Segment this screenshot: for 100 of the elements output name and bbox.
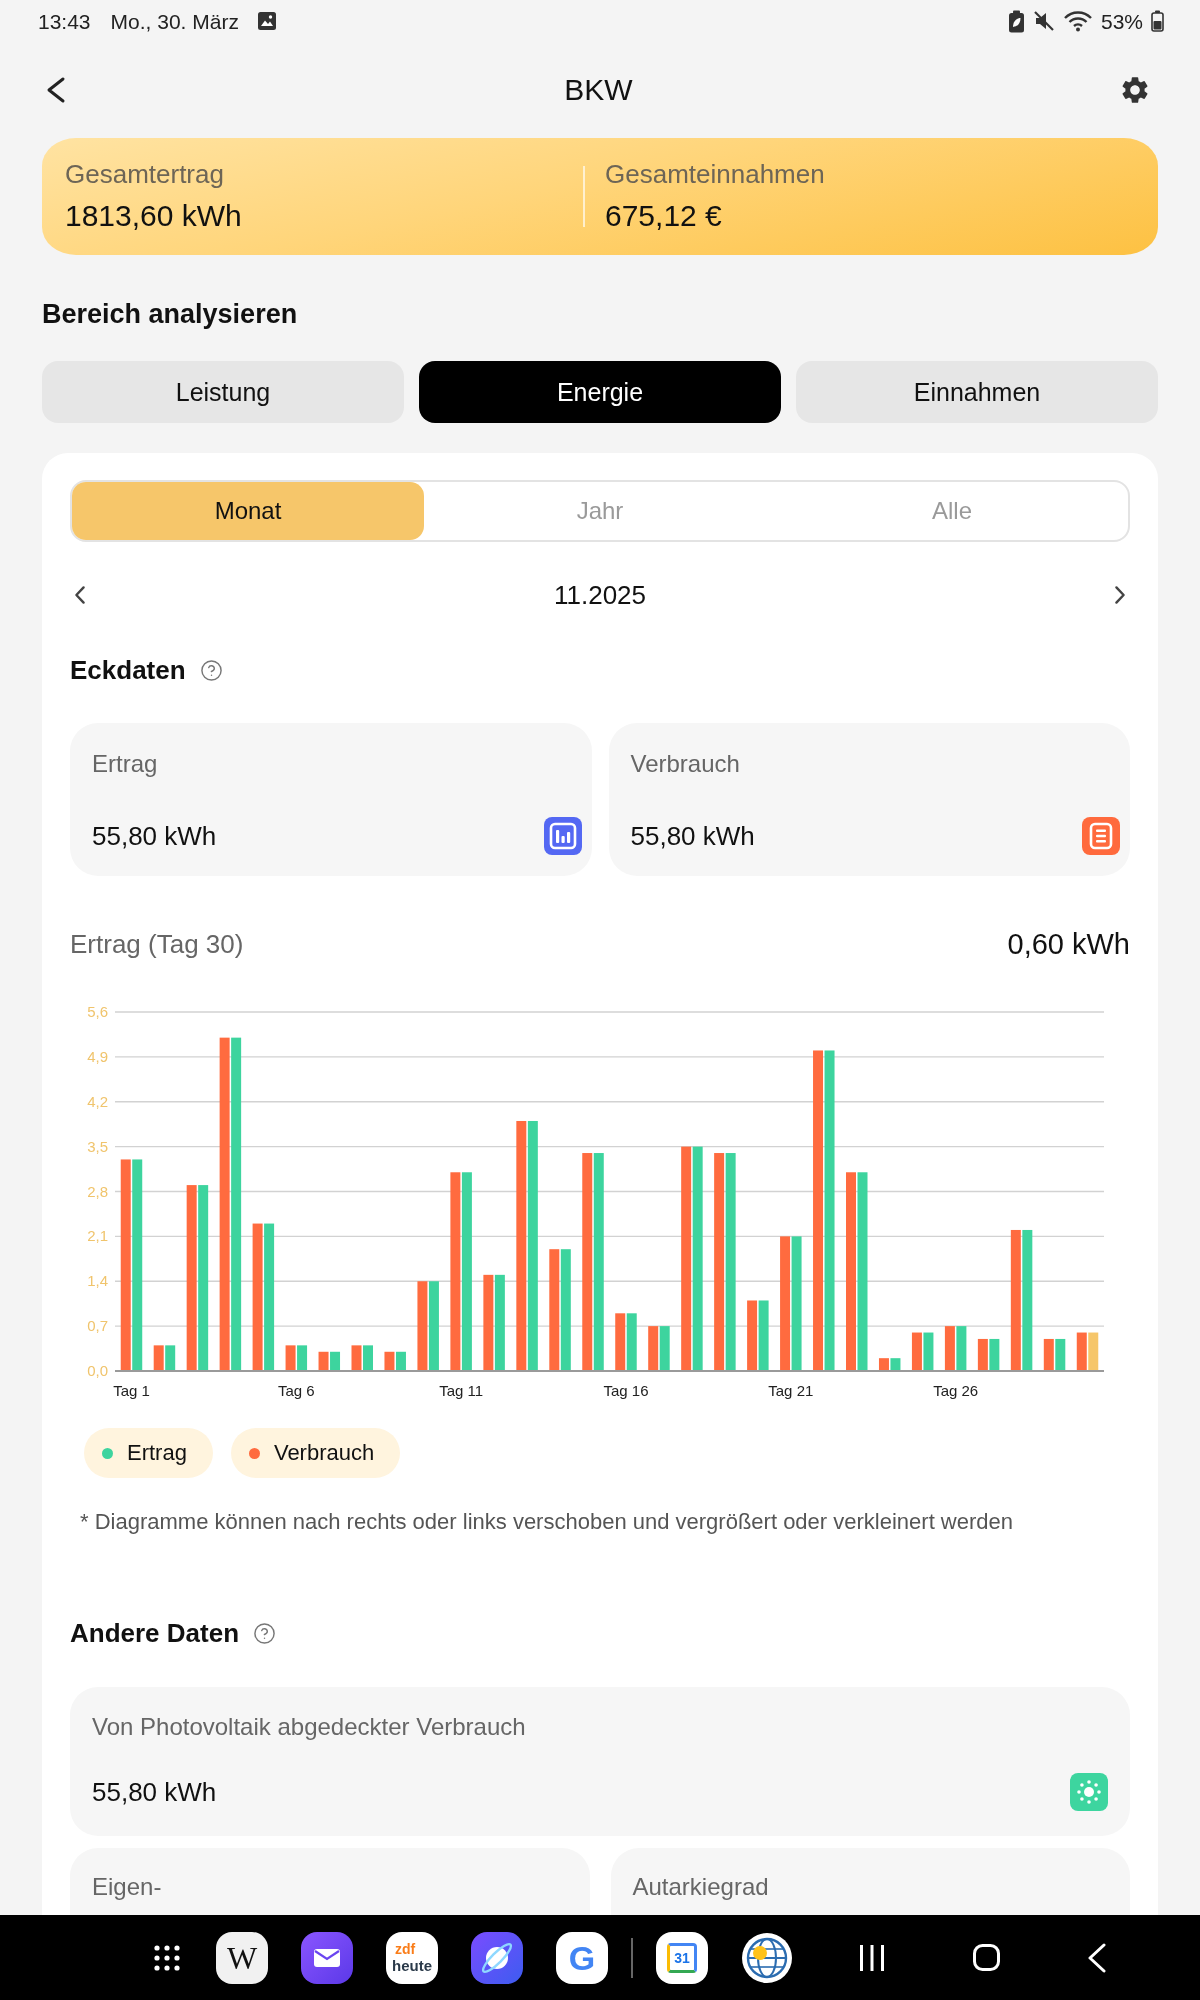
chart-bar[interactable] <box>725 1153 736 1371</box>
app-button[interactable]: W <box>216 1931 268 1984</box>
chart-bar[interactable] <box>923 1332 934 1371</box>
chart-bar[interactable] <box>417 1281 428 1371</box>
bar-chart[interactable]: 0,0 0,7 1,4 2,1 2,8 3,5 4,2 4,9 5,6 Tag 1 Tag 6 Tag 11 Tag 16 Tag 21 Tag 26 <box>70 980 1129 1405</box>
sun-globe-icon[interactable] <box>741 1931 793 1984</box>
chart-bar[interactable] <box>944 1326 955 1371</box>
chart-bar[interactable] <box>252 1223 263 1371</box>
chart-bar[interactable] <box>264 1223 275 1371</box>
chart-bar[interactable] <box>1088 1332 1099 1371</box>
chart-bar[interactable] <box>1010 1229 1021 1371</box>
tab[interactable]: Leistung <box>42 361 404 423</box>
recents-icon[interactable] <box>859 1943 885 1972</box>
legend-item[interactable]: Ertrag <box>84 1428 213 1478</box>
y-axis-label: 0,0 <box>87 1362 108 1379</box>
chart-bar[interactable] <box>780 1236 791 1371</box>
home-icon[interactable] <box>973 1944 1000 1971</box>
chart-bar[interactable] <box>527 1121 538 1371</box>
page-title: BKW <box>564 72 633 108</box>
x-axis-label: Tag 26 <box>933 1382 979 1399</box>
chart-bar[interactable] <box>1022 1229 1033 1371</box>
x-axis-label: Tag 1 <box>113 1382 150 1399</box>
chart-bar[interactable] <box>593 1153 604 1371</box>
chart-bar[interactable] <box>813 1050 824 1371</box>
chart-bar[interactable] <box>878 1358 889 1371</box>
chart-bar[interactable] <box>648 1326 659 1371</box>
chart-bar[interactable] <box>977 1338 988 1371</box>
help-icon[interactable] <box>199 658 223 682</box>
chart-bar[interactable] <box>461 1172 472 1371</box>
chart-bar[interactable] <box>911 1332 922 1371</box>
chart-bar[interactable] <box>615 1313 626 1371</box>
chart-bar[interactable] <box>692 1146 703 1371</box>
chart-bar[interactable] <box>681 1146 692 1371</box>
chart-bar[interactable] <box>890 1358 901 1371</box>
chevron-left-icon[interactable] <box>74 585 86 605</box>
stat-label: Von Photovoltaik abgedeckter Verbrauch <box>92 1712 526 1742</box>
chart-bar[interactable] <box>824 1050 835 1371</box>
mute-icon <box>1032 10 1055 32</box>
chart-bar[interactable] <box>857 1172 868 1371</box>
chart-bar[interactable] <box>165 1345 176 1371</box>
chart-bar[interactable] <box>231 1037 242 1371</box>
chart-bar[interactable] <box>330 1351 341 1371</box>
summary-value: 675,12 € <box>605 198 722 234</box>
chart-bar[interactable] <box>549 1249 560 1371</box>
legend-item[interactable]: Verbrauch <box>230 1428 401 1478</box>
chart-bar[interactable] <box>516 1121 527 1371</box>
chart-bar[interactable] <box>714 1153 725 1371</box>
chart-bar[interactable] <box>758 1300 769 1371</box>
y-axis-label: 4,2 <box>87 1092 108 1110</box>
summary-label: Gesamtertrag <box>65 159 224 189</box>
chevron-right-icon[interactable] <box>1114 585 1126 605</box>
chart-bar[interactable] <box>1055 1338 1066 1371</box>
period-label: 11.2025 <box>553 579 647 611</box>
chart-bar[interactable] <box>483 1274 494 1371</box>
y-axis-label: 2,8 <box>87 1182 108 1200</box>
chart-bar[interactable] <box>791 1236 802 1371</box>
chart-bar[interactable] <box>384 1351 395 1371</box>
chart-bar[interactable] <box>494 1274 505 1371</box>
calendar-button[interactable]: 31 <box>656 1931 708 1984</box>
x-axis-label: Tag 6 <box>277 1382 315 1399</box>
chart-bar[interactable] <box>560 1249 571 1371</box>
chart-bar[interactable] <box>351 1345 362 1371</box>
period-tab[interactable]: Monat <box>72 482 424 540</box>
chart-bar[interactable] <box>428 1281 439 1371</box>
chart-bar[interactable] <box>318 1351 329 1371</box>
chart-bar[interactable] <box>626 1313 637 1371</box>
chart-bar[interactable] <box>659 1326 670 1371</box>
battery-percent: 53% <box>1100 10 1143 32</box>
chart-note: * Diagramme können nach rechts oder links verschoben und vergrößert oder verkleinert werden <box>79 1508 1014 1536</box>
chart-bar[interactable] <box>219 1037 230 1371</box>
legend-label: Verbrauch <box>273 1440 375 1466</box>
chart-bar[interactable] <box>395 1351 406 1371</box>
chart-bar[interactable] <box>450 1172 461 1371</box>
chart-bar[interactable] <box>582 1153 593 1371</box>
back-icon[interactable] <box>46 76 66 104</box>
tab[interactable]: Einnahmen <box>796 361 1158 423</box>
chart-bar[interactable] <box>1043 1338 1054 1371</box>
chart-bar[interactable] <box>132 1159 143 1371</box>
wifi-icon <box>1062 10 1093 32</box>
chart-bar[interactable] <box>285 1345 296 1371</box>
image-icon <box>256 11 277 31</box>
stat-label: Ertrag <box>92 749 158 779</box>
chart-bar[interactable] <box>297 1345 308 1371</box>
chart-bar[interactable] <box>956 1326 967 1371</box>
chart-bar[interactable] <box>186 1185 197 1371</box>
planet-icon[interactable] <box>471 1931 523 1984</box>
chart-bar[interactable] <box>747 1300 758 1371</box>
chart-bar[interactable] <box>363 1345 373 1371</box>
chart-bar[interactable] <box>989 1338 1000 1371</box>
apps-grid-icon[interactable] <box>154 1944 180 1971</box>
tab[interactable]: Energie <box>419 361 781 423</box>
chart-bar[interactable] <box>1076 1332 1087 1371</box>
chart-bar[interactable] <box>120 1159 131 1371</box>
chart-bar[interactable] <box>153 1345 164 1371</box>
app-button[interactable]: zdf heute <box>386 1931 438 1984</box>
chart-bar[interactable] <box>198 1185 209 1371</box>
app-button[interactable]: G <box>556 1931 608 1984</box>
mail-icon[interactable] <box>301 1931 353 1984</box>
help-icon[interactable] <box>253 1621 277 1645</box>
y-axis-label: 4,9 <box>87 1047 108 1065</box>
